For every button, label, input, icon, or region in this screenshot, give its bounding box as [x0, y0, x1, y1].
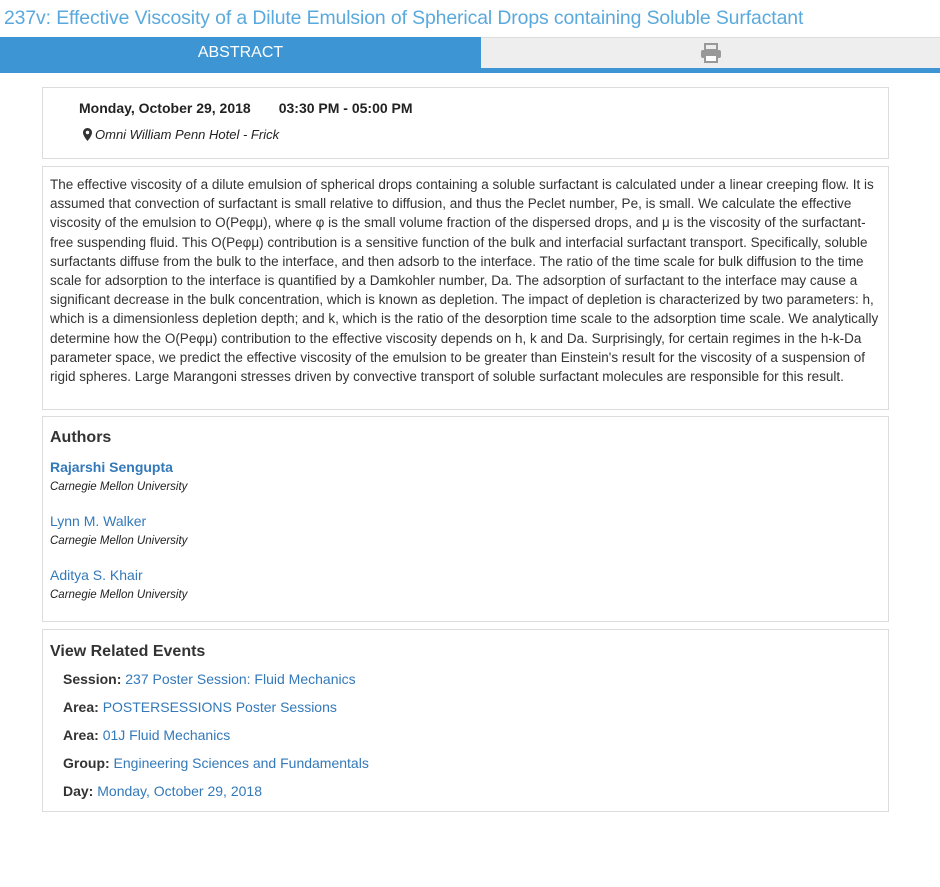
printer-icon[interactable] — [700, 43, 722, 63]
author-item: Rajarshi Sengupta Carnegie Mellon Univer… — [50, 459, 187, 493]
related-label: Day: — [63, 783, 94, 799]
authors-panel: Authors Rajarshi Sengupta Carnegie Mello… — [42, 416, 889, 622]
tab-bar: ABSTRACT — [0, 37, 940, 73]
related-link[interactable]: Engineering Sciences and Fundamentals — [114, 755, 369, 771]
page-title: 237v: Effective Viscosity of a Dilute Em… — [4, 7, 804, 29]
abstract-panel: The effective viscosity of a dilute emul… — [42, 166, 889, 410]
related-link[interactable]: POSTERSESSIONS Poster Sessions — [103, 699, 337, 715]
session-location: Omni William Penn Hotel - Frick — [83, 127, 279, 142]
tab-abstract[interactable]: ABSTRACT — [0, 37, 481, 68]
related-events-panel: View Related Events Session: 237 Poster … — [42, 629, 889, 812]
related-row-day: Day: Monday, October 29, 2018 — [63, 783, 262, 799]
abstract-text: The effective viscosity of a dilute emul… — [50, 177, 879, 385]
author-affiliation: Carnegie Mellon University — [50, 481, 188, 493]
author-item: Aditya S. Khair Carnegie Mellon Universi… — [50, 567, 187, 601]
session-datetime: Monday, October 29, 2018 03:30 PM - 05:00… — [79, 100, 413, 116]
related-row-session: Session: 237 Poster Session: Fluid Mecha… — [63, 671, 356, 687]
related-label: Area: — [63, 699, 99, 715]
related-row-area: Area: 01J Fluid Mechanics — [63, 727, 230, 743]
session-info-panel: Monday, October 29, 2018 03:30 PM - 05:00… — [42, 87, 889, 159]
related-row-group: Group: Engineering Sciences and Fundamen… — [63, 755, 369, 771]
related-label: Group: — [63, 755, 110, 771]
related-events-heading: View Related Events — [50, 643, 206, 660]
author-name-link[interactable]: Aditya S. Khair — [50, 567, 187, 583]
author-name-link[interactable]: Rajarshi Sengupta — [50, 459, 187, 475]
related-link[interactable]: 237 Poster Session: Fluid Mechanics — [125, 671, 355, 687]
session-date: Monday, October 29, 2018 — [79, 100, 251, 116]
related-link[interactable]: Monday, October 29, 2018 — [97, 783, 262, 799]
authors-heading: Authors — [50, 429, 112, 446]
author-name-link[interactable]: Lynn M. Walker — [50, 513, 187, 529]
tab-print[interactable] — [481, 37, 940, 68]
author-item: Lynn M. Walker Carnegie Mellon Universit… — [50, 513, 187, 547]
location-text: Omni William Penn Hotel - Frick — [95, 127, 280, 142]
tab-underline — [0, 68, 940, 73]
author-affiliation: Carnegie Mellon University — [50, 535, 188, 547]
related-link[interactable]: 01J Fluid Mechanics — [103, 727, 231, 743]
map-marker-icon — [83, 128, 92, 141]
related-label: Session: — [63, 671, 122, 687]
author-affiliation: Carnegie Mellon University — [50, 589, 188, 601]
related-row-area: Area: POSTERSESSIONS Poster Sessions — [63, 699, 337, 715]
related-label: Area: — [63, 727, 99, 743]
session-time: 03:30 PM - 05:00 PM — [278, 100, 413, 116]
